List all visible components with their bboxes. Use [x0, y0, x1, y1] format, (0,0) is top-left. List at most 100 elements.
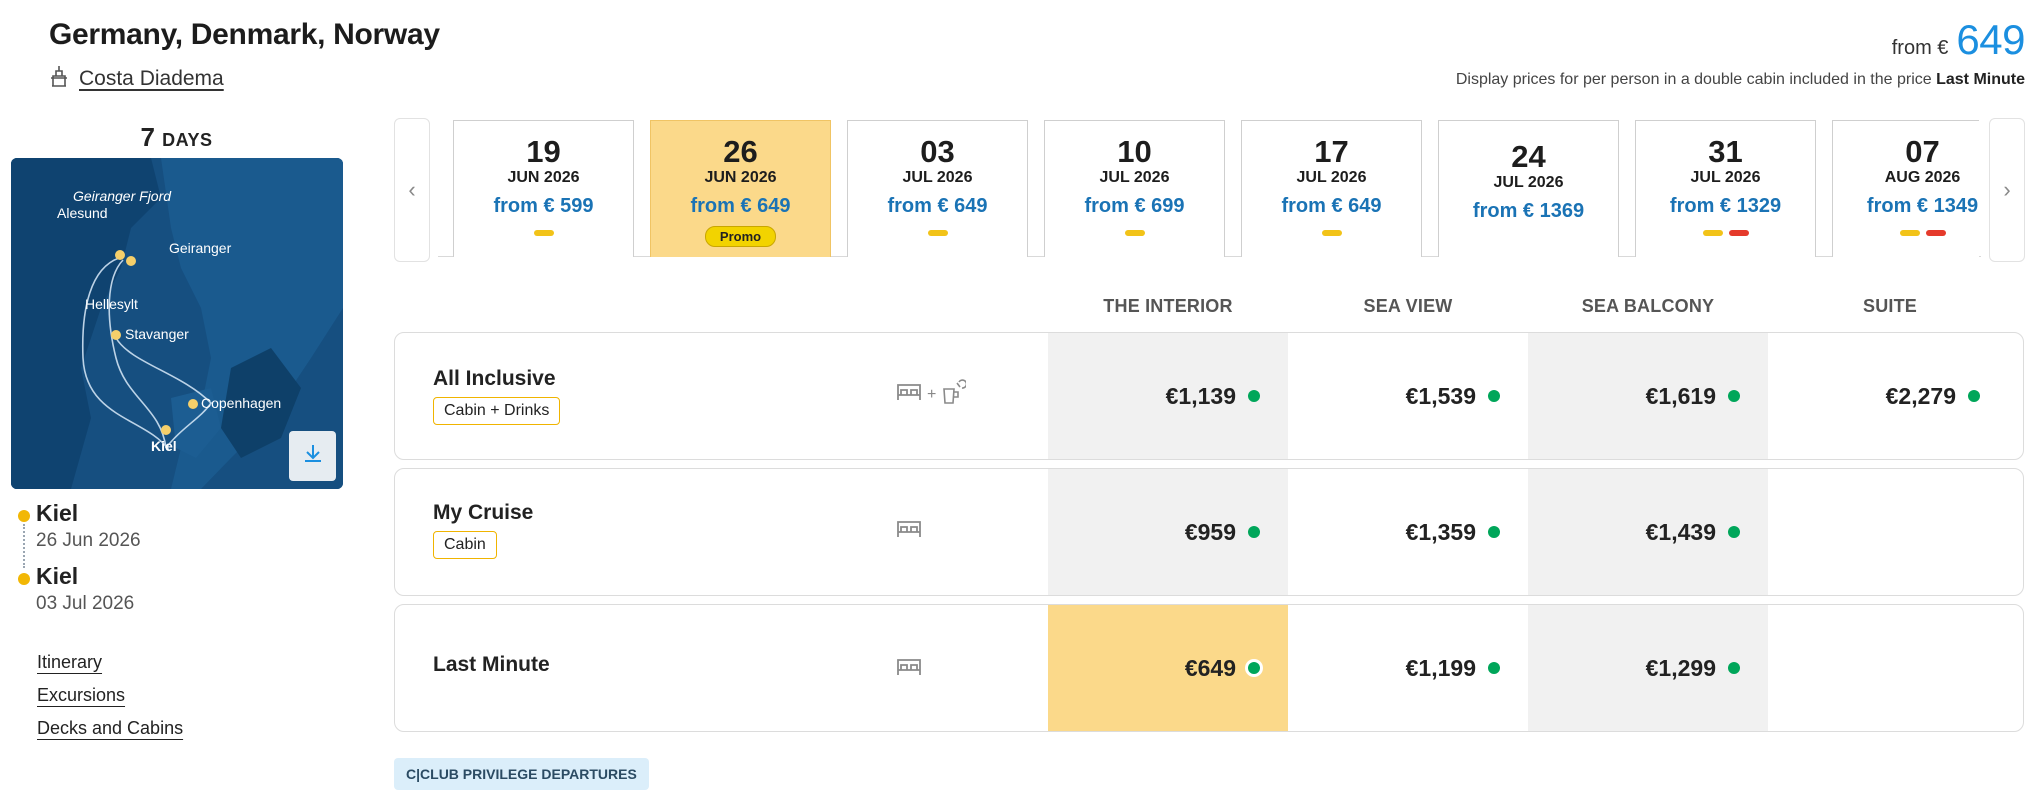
map-label-alesund: Alesund — [57, 205, 108, 221]
date-card[interactable]: 10 JUL 2026 from € 699 — [1044, 120, 1225, 257]
date-card[interactable]: 19 JUN 2026 from € 599 — [453, 120, 634, 257]
link-itinerary[interactable]: Itinerary — [37, 652, 183, 673]
date-price: from € 649 — [1281, 195, 1382, 217]
date-card[interactable]: 07 AUG 2026 from € 1349 — [1832, 120, 1979, 257]
date-carousel: ‹ 19 JUN 2026 from € 599 26 JUN 2026 from € 6… — [394, 118, 2025, 262]
availability-bar-yellow — [1124, 230, 1145, 236]
price-cell-sea-view[interactable]: €1,199 — [1288, 605, 1528, 731]
availability-dot — [1488, 662, 1500, 674]
port-dot-icon — [18, 573, 30, 585]
availability-dot — [1488, 390, 1500, 402]
date-price: from € 1369 — [1472, 200, 1585, 222]
rate-name: All Inclusive — [433, 367, 556, 390]
price-cell-sea-balcony[interactable]: €1,299 — [1528, 605, 1768, 731]
date-month: JUL 2026 — [1099, 169, 1170, 186]
date-price: from € 599 — [493, 195, 594, 217]
date-month: JUL 2026 — [1493, 174, 1564, 191]
bed-icon — [895, 655, 923, 684]
date-month: AUG 2026 — [1884, 169, 1961, 186]
price-cell-sea-balcony[interactable]: €1,439 — [1528, 469, 1768, 595]
date-day: 19 — [526, 134, 561, 169]
price-cell-sea-view[interactable]: €1,539 — [1288, 333, 1528, 459]
date-day: 24 — [1511, 139, 1546, 174]
price-value: €1,359 — [1405, 518, 1476, 545]
date-day: 17 — [1314, 134, 1349, 169]
availability-dot — [1248, 662, 1260, 674]
rate-icons: + — [895, 379, 968, 410]
availability-bars — [454, 230, 633, 236]
price-cell-sea-view[interactable]: €1,359 — [1288, 469, 1528, 595]
page-title: Germany, Denmark, Norway — [49, 18, 440, 51]
disclaimer-bold: Last Minute — [1936, 71, 2025, 88]
date-card[interactable]: 03 JUL 2026 from € 649 — [847, 120, 1028, 257]
col-header-sea-view: SEA VIEW — [1363, 296, 1453, 316]
availability-bars — [1636, 230, 1815, 236]
price-value: €1,299 — [1645, 654, 1716, 681]
download-map-button[interactable] — [289, 431, 336, 481]
date-day: 31 — [1708, 134, 1743, 169]
plus-sign: + — [927, 385, 937, 403]
rate-row-my-cruise: My Cruise Cabin €959 €1,359 €1,439 — [394, 468, 2024, 596]
availability-bars — [1045, 230, 1224, 236]
ship-link[interactable]: Costa Diadema — [49, 64, 224, 93]
route-city: Kiel — [36, 563, 79, 589]
col-header-suite: SUITE — [1862, 296, 1917, 316]
availability-bars — [1242, 230, 1421, 236]
price-value: €1,539 — [1405, 382, 1476, 409]
carousel-next-button[interactable]: › — [1989, 118, 2025, 262]
rate-icons — [895, 517, 923, 546]
map-label-geiranger: Geiranger — [169, 240, 232, 256]
price-from-label: from € — [1891, 37, 1949, 59]
chevron-right-icon: › — [2003, 177, 2011, 202]
date-card[interactable]: 24 JUL 2026 from € 1369 — [1438, 120, 1619, 257]
date-month: JUL 2026 — [902, 169, 973, 186]
availability-dot — [1968, 390, 1980, 402]
bed-icon — [895, 380, 923, 409]
map-port-marker — [115, 250, 125, 260]
date-card[interactable]: 17 JUL 2026 from € 649 — [1241, 120, 1422, 257]
date-day: 26 — [723, 134, 758, 169]
sidebar-links: Itinerary Excursions Decks and Cabins — [37, 652, 183, 751]
price-from-amount: 649 — [1956, 16, 2025, 63]
date-list: 19 JUN 2026 from € 599 26 JUN 2026 from € 649… — [453, 120, 1979, 257]
route-city: Kiel — [36, 500, 79, 526]
map-port-marker — [126, 256, 136, 266]
date-day: 10 — [1117, 134, 1152, 169]
disclaimer-text: Display prices for per person in a doubl… — [1455, 71, 1932, 88]
map-label-geiranger-fjord: Geiranger Fjord — [73, 188, 172, 204]
availability-dot — [1248, 390, 1260, 402]
availability-bar-yellow — [927, 230, 948, 236]
date-card[interactable]: 26 JUN 2026 from € 649 Promo — [650, 120, 831, 257]
link-decks-and-cabins[interactable]: Decks and Cabins — [37, 718, 183, 739]
col-header-interior: THE INTERIOR — [1103, 296, 1233, 316]
availability-dot — [1488, 526, 1500, 538]
ship-name[interactable]: Costa Diadema — [79, 67, 224, 91]
price-cell-interior[interactable]: €1,139 — [1048, 333, 1288, 459]
availability-bars — [848, 230, 1027, 236]
price-value: €1,439 — [1645, 518, 1716, 545]
map-label-stavanger: Stavanger — [125, 326, 189, 342]
days-word: DAYS — [162, 130, 213, 150]
rate-name: Last Minute — [433, 653, 550, 676]
price-cell-interior[interactable]: €959 — [1048, 469, 1288, 595]
drinks-icon — [940, 379, 968, 410]
availability-bar-yellow — [1702, 230, 1723, 236]
bed-icon — [895, 517, 923, 546]
map-label-copenhagen: Copenhagen — [201, 395, 282, 411]
carousel-prev-button[interactable]: ‹ — [394, 118, 430, 262]
rate-icons — [895, 655, 923, 684]
availability-dot — [1728, 526, 1740, 538]
price-cell-sea-balcony[interactable]: €1,619 — [1528, 333, 1768, 459]
price-value: €649 — [1184, 654, 1236, 681]
club-privilege-badge[interactable]: C|CLUB PRIVILEGE DEPARTURES — [394, 758, 649, 790]
date-card[interactable]: 31 JUL 2026 from € 1329 — [1635, 120, 1816, 257]
link-excursions[interactable]: Excursions — [37, 685, 183, 706]
availability-bars — [1833, 230, 1979, 236]
price-cell-interior-selected[interactable]: €649 — [1048, 605, 1288, 731]
availability-bar-yellow — [533, 230, 554, 236]
price-value: €2,279 — [1885, 382, 1956, 409]
date-month: JUL 2026 — [1296, 169, 1367, 186]
price-cell-suite[interactable]: €2,279 — [1768, 333, 2008, 459]
download-icon — [301, 442, 325, 471]
date-month: JUL 2026 — [1690, 169, 1761, 186]
